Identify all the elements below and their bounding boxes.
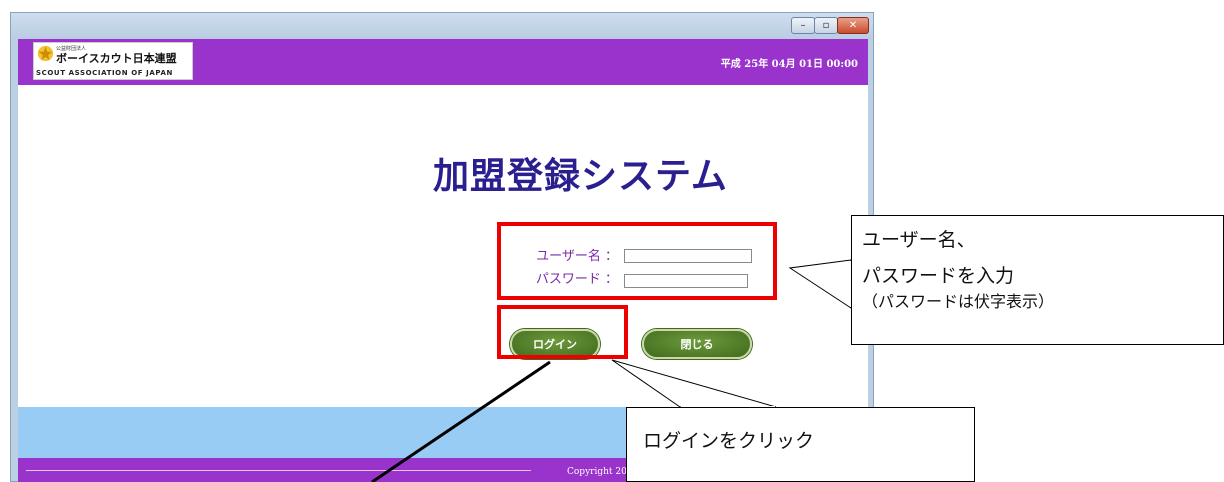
form-callout-pointer [788, 259, 852, 309]
form-highlight-box [497, 222, 777, 300]
login-instruction-callout: ログインをクリック [626, 407, 975, 482]
form-callout-line3: （パスワードは伏字表示） [862, 292, 1055, 311]
form-callout-line1: ユーザー名、 [862, 229, 976, 251]
form-callout-line2: パスワードを入力 [862, 265, 1015, 287]
login-highlight-box [497, 305, 628, 359]
cursor-pointer-line [371, 360, 551, 482]
form-instruction-callout: ユーザー名、 パスワードを入力 （パスワードは伏字表示） [851, 215, 1224, 345]
login-callout-pointer [611, 359, 777, 408]
